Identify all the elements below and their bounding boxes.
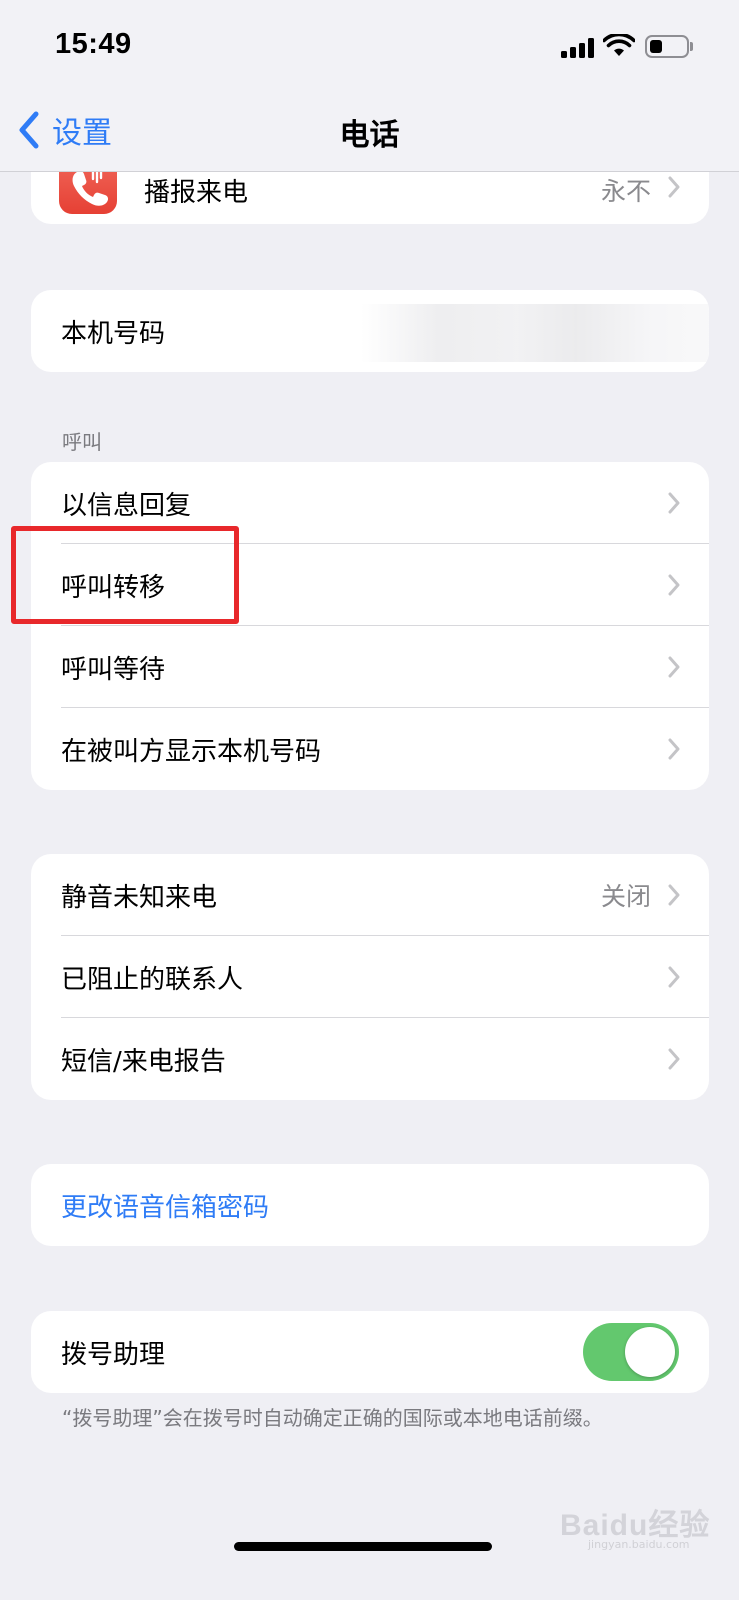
calls-section-header: 呼叫 (62, 430, 102, 454)
calls-card: 以信息回复 呼叫转移 呼叫等待 在被叫方显示本机号码 (31, 462, 709, 790)
list-item-show-caller-id[interactable]: 在被叫方显示本机号码 (31, 708, 709, 790)
dial-assist-card: 拨号助理 (31, 1311, 709, 1393)
dial-assist-label: 拨号助理 (61, 1339, 166, 1370)
page-title: 电话 (339, 118, 400, 153)
redacted-phone-number (361, 304, 709, 362)
watermark-url: jingyan.baidu.com (588, 1538, 690, 1551)
dial-assist-row: 拨号助理 (31, 1311, 709, 1393)
announce-calls-card: 播报来电 永不 (31, 172, 709, 224)
chevron-right-icon (668, 884, 680, 906)
battery-nub (690, 42, 693, 51)
toggle-knob (625, 1327, 675, 1377)
list-item-label: 在被叫方显示本机号码 (61, 736, 322, 767)
dial-assist-toggle[interactable] (583, 1323, 679, 1381)
chevron-right-icon (668, 966, 680, 988)
list-item-blocked-contacts[interactable]: 已阻止的联系人 (31, 936, 709, 1018)
dial-assist-note: “拨号助理”会在拨号时自动确定正确的国际或本地电话前缀。 (62, 1406, 603, 1430)
announce-calls-value: 永不 (600, 177, 651, 206)
list-item-label: 呼叫等待 (61, 654, 166, 685)
list-item-label: 以信息回复 (61, 490, 192, 521)
highlight-box (11, 526, 239, 624)
status-bar: 15:49 (0, 0, 739, 92)
privacy-card: 静音未知来电 关闭 已阻止的联系人 短信/来电报告 (31, 854, 709, 1100)
phone-app-icon (59, 172, 117, 214)
home-indicator[interactable] (234, 1542, 492, 1551)
my-number-card: 本机号码 (31, 290, 709, 372)
list-item-sms-call-reporting[interactable]: 短信/来电报告 (31, 1018, 709, 1100)
announce-calls-label: 播报来电 (144, 178, 249, 208)
chevron-right-icon (668, 656, 680, 678)
voicemail-card: 更改语音信箱密码 (31, 1164, 709, 1246)
list-item-silence-unknown-callers[interactable]: 静音未知来电 关闭 (31, 854, 709, 936)
my-number-label: 本机号码 (61, 318, 166, 349)
change-voicemail-password-button[interactable]: 更改语音信箱密码 (31, 1164, 709, 1246)
chevron-right-icon (668, 574, 680, 596)
change-voicemail-password-label: 更改语音信箱密码 (61, 1192, 270, 1223)
list-item-call-waiting[interactable]: 呼叫等待 (31, 626, 709, 708)
chevron-right-icon (668, 738, 680, 760)
navigation-bar: 设置 电话 (0, 92, 739, 172)
my-number-row[interactable]: 本机号码 (31, 290, 709, 372)
battery-icon (645, 35, 689, 58)
chevron-right-icon (668, 492, 680, 514)
chevron-right-icon (668, 1048, 680, 1070)
status-time: 15:49 (55, 28, 132, 60)
cellular-signal-icon (561, 38, 595, 58)
chevron-right-icon (668, 176, 680, 198)
list-item-value: 关闭 (600, 882, 651, 911)
wifi-icon (603, 34, 635, 56)
battery-level (650, 40, 662, 53)
list-item-label: 静音未知来电 (61, 882, 218, 913)
list-item-label: 已阻止的联系人 (61, 964, 244, 995)
list-item-label: 短信/来电报告 (61, 1046, 226, 1077)
announce-calls-row[interactable]: 播报来电 永不 (31, 172, 709, 224)
